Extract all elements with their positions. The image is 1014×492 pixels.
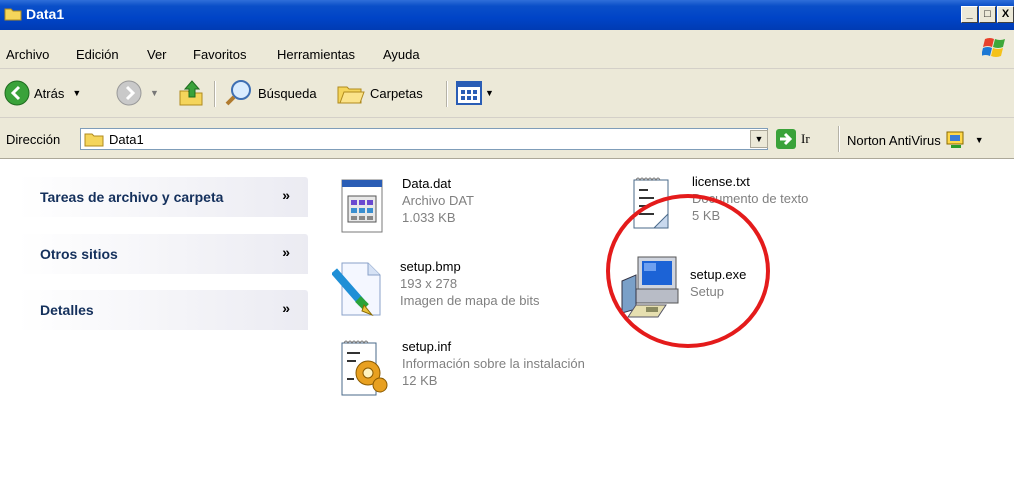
folders-icon	[337, 86, 365, 104]
views-button[interactable]: ▼	[456, 78, 494, 108]
views-grid-icon	[456, 81, 482, 105]
folders-label: Carpetas	[370, 85, 423, 101]
back-button[interactable]: Atrás ▼	[4, 78, 81, 108]
address-bar: Dirección Data1 ▼ Ir Norton AntiVirus ▼	[0, 118, 1014, 159]
menu-ver[interactable]: Ver	[147, 47, 167, 62]
address-dropdown-button[interactable]: ▼	[750, 130, 768, 148]
forward-button[interactable]: ▼	[116, 78, 159, 108]
menu-archivo[interactable]: Archivo	[6, 47, 49, 62]
expand-chevron-icon[interactable]: »	[282, 187, 290, 203]
dat-file-icon	[341, 179, 383, 233]
expand-chevron-icon[interactable]: »	[282, 300, 290, 316]
back-dropdown-icon[interactable]: ▼	[72, 88, 81, 98]
task-panel-title: Detalles	[40, 302, 94, 318]
menu-favoritos[interactable]: Favoritos	[193, 47, 246, 62]
file-size: 1.033 KB	[402, 210, 456, 225]
file-type: Información sobre la instalación	[402, 356, 585, 371]
address-value: Data1	[109, 132, 144, 147]
setup-computer-icon	[621, 256, 679, 318]
toolbar-separator	[214, 81, 216, 107]
norton-antivirus-button[interactable]: Norton AntiVirus ▼	[847, 130, 984, 150]
menu-edicion[interactable]: Edición	[76, 47, 119, 62]
back-label: Atrás	[34, 85, 65, 101]
text-document-icon	[633, 177, 669, 229]
close-button[interactable]: X	[997, 6, 1014, 23]
forward-dropdown-icon[interactable]: ▼	[150, 88, 159, 98]
toolbar-separator	[838, 126, 840, 152]
norton-label: Norton AntiVirus	[847, 132, 941, 148]
folder-icon	[84, 133, 104, 147]
search-button[interactable]: Búsqueda	[224, 78, 317, 108]
menu-bar: Archivo Edición Ver Favoritos Herramient…	[0, 30, 1014, 69]
up-folder-icon	[179, 80, 203, 106]
setup-info-icon	[341, 340, 388, 396]
norton-icon	[946, 131, 964, 148]
forward-arrow-icon	[116, 80, 142, 106]
file-item-setup-exe[interactable]: setup.exe Setup	[620, 255, 840, 321]
norton-dropdown-icon[interactable]: ▼	[975, 135, 984, 145]
magnifier-search-icon	[225, 80, 251, 106]
file-item-data-dat[interactable]: Data.dat Archivo DAT 1.033 KB	[334, 176, 594, 236]
file-type: Setup	[690, 284, 724, 299]
expand-chevron-icon[interactable]: »	[282, 244, 290, 260]
minimize-button[interactable]: _	[961, 6, 978, 23]
task-panel-title: Tareas de archivo y carpeta	[40, 189, 224, 205]
file-size: 5 KB	[692, 208, 721, 223]
bitmap-image-icon	[332, 262, 381, 317]
views-dropdown-icon[interactable]: ▼	[485, 88, 494, 98]
task-panel-other-places[interactable]: Otros sitios »	[18, 234, 308, 274]
task-panel-title: Otros sitios	[40, 246, 118, 262]
title-bar[interactable]: Data1 _ □ X	[0, 0, 1014, 30]
folders-button[interactable]: Carpetas	[336, 78, 423, 108]
file-item-setup-inf[interactable]: setup.inf Información sobre la instalaci…	[334, 339, 624, 399]
task-panel-file-folder-tasks[interactable]: Tareas de archivo y carpeta »	[18, 177, 308, 217]
task-panel-details[interactable]: Detalles »	[18, 290, 308, 330]
file-name: Data.dat	[402, 176, 452, 191]
go-button[interactable]: Ir	[776, 129, 810, 149]
toolbar-separator	[446, 81, 448, 107]
file-type: Documento de texto	[692, 191, 809, 206]
standard-toolbar: Atrás ▼ ▼ Búsqueda Carpetas ▼	[0, 69, 1014, 118]
file-type: Imagen de mapa de bits	[400, 293, 540, 308]
menu-ayuda[interactable]: Ayuda	[383, 47, 420, 62]
file-name: setup.bmp	[400, 259, 461, 274]
windows-logo-icon	[982, 38, 1005, 57]
file-item-setup-bmp[interactable]: setup.bmp 193 x 278 Imagen de mapa de bi…	[332, 259, 592, 319]
go-arrow-icon	[776, 129, 796, 149]
address-input[interactable]: Data1	[80, 128, 768, 150]
go-label: Ir	[801, 131, 810, 146]
folder-icon	[4, 8, 22, 21]
back-arrow-icon	[4, 80, 30, 106]
file-size: 12 KB	[402, 373, 438, 388]
file-name: setup.exe	[690, 267, 747, 282]
maximize-button[interactable]: □	[979, 6, 996, 23]
image-dimensions: 193 x 278	[400, 276, 458, 291]
search-label: Búsqueda	[258, 85, 317, 101]
file-view: Tareas de archivo y carpeta » Otros siti…	[0, 159, 1014, 492]
file-type: Archivo DAT	[402, 193, 474, 208]
file-name: setup.inf	[402, 339, 452, 354]
file-name: license.txt	[692, 174, 750, 189]
menu-herramientas[interactable]: Herramientas	[277, 47, 355, 62]
window-title: Data1	[26, 6, 65, 22]
file-item-license-txt[interactable]: license.txt Documento de texto 5 KB	[624, 174, 884, 234]
up-folder-button[interactable]	[178, 78, 204, 108]
address-label: Dirección	[6, 132, 61, 147]
